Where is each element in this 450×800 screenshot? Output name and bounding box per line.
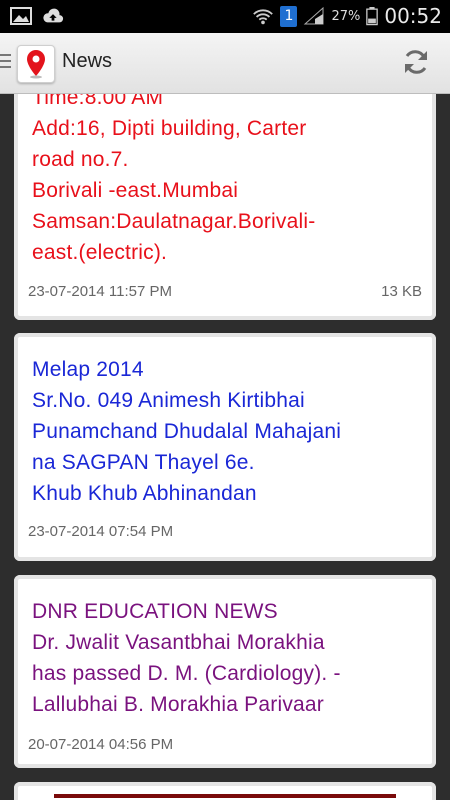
news-line: Add:16, Dipti building, Carter [32,117,307,140]
news-text: Time:8.00 AM Add:16, Dipti building, Car… [32,94,422,268]
menu-icon[interactable] [0,54,11,72]
news-line: Borivali -east.Mumbai [32,179,239,202]
battery-percent: 27% [331,8,361,24]
news-line: DNR EDUCATION NEWS [32,600,278,623]
news-line: has passed D. M. (Cardiology). - [32,662,341,685]
news-line: Khub Khub Abhinandan [32,482,257,505]
news-list[interactable]: Time:8.00 AM Add:16, Dipti building, Car… [0,94,450,800]
gallery-icon [10,7,32,25]
news-card[interactable]: Melap 2014 Sr.No. 049 Animesh Kirtibhai … [14,333,436,561]
news-line: Time:8.00 AM [32,94,164,109]
page-title: News [62,50,113,72]
news-line: Melap 2014 [32,358,144,381]
news-line: road no.7. [32,148,129,171]
news-card[interactable] [14,782,436,800]
news-text: Melap 2014 Sr.No. 049 Animesh Kirtibhai … [32,354,422,509]
news-date: 23-07-2014 07:54 PM [28,523,174,540]
status-bar: 1 27% 00:52 [0,0,450,33]
news-image-edge [54,794,396,798]
clock: 00:52 [384,4,442,28]
news-line: Dr. Jwalit Vasantbhai Morakhia [32,631,325,654]
news-line: Sr.No. 049 Animesh Kirtibhai [32,389,305,412]
battery-icon [366,7,379,26]
wifi-icon [253,9,274,25]
news-card[interactable]: Time:8.00 AM Add:16, Dipti building, Car… [14,94,436,320]
news-date: 23-07-2014 11:57 PM [28,283,172,300]
location-pin-icon [27,50,45,79]
news-line: Samsan:Daulatnagar.Borivali- [32,210,316,233]
cloud-upload-icon [43,8,64,23]
news-line: na SAGPAN Thayel 6e. [32,451,255,474]
action-bar: News [0,33,450,94]
signal-icon [304,6,324,25]
news-line: east.(electric). [32,241,168,264]
news-line: Punamchand Dhudalal Mahajani [32,420,342,443]
news-card[interactable]: DNR EDUCATION NEWS Dr. Jwalit Vasantbhai… [14,575,436,768]
news-date: 20-07-2014 04:56 PM [28,736,174,753]
attachment-size: 13 KB [381,283,422,300]
notification-count-badge: 1 [280,5,298,27]
refresh-icon[interactable] [400,46,432,78]
app-logo[interactable] [17,45,55,83]
news-line: Lallubhai B. Morakhia Parivaar [32,693,324,716]
news-text: DNR EDUCATION NEWS Dr. Jwalit Vasantbhai… [32,596,422,720]
